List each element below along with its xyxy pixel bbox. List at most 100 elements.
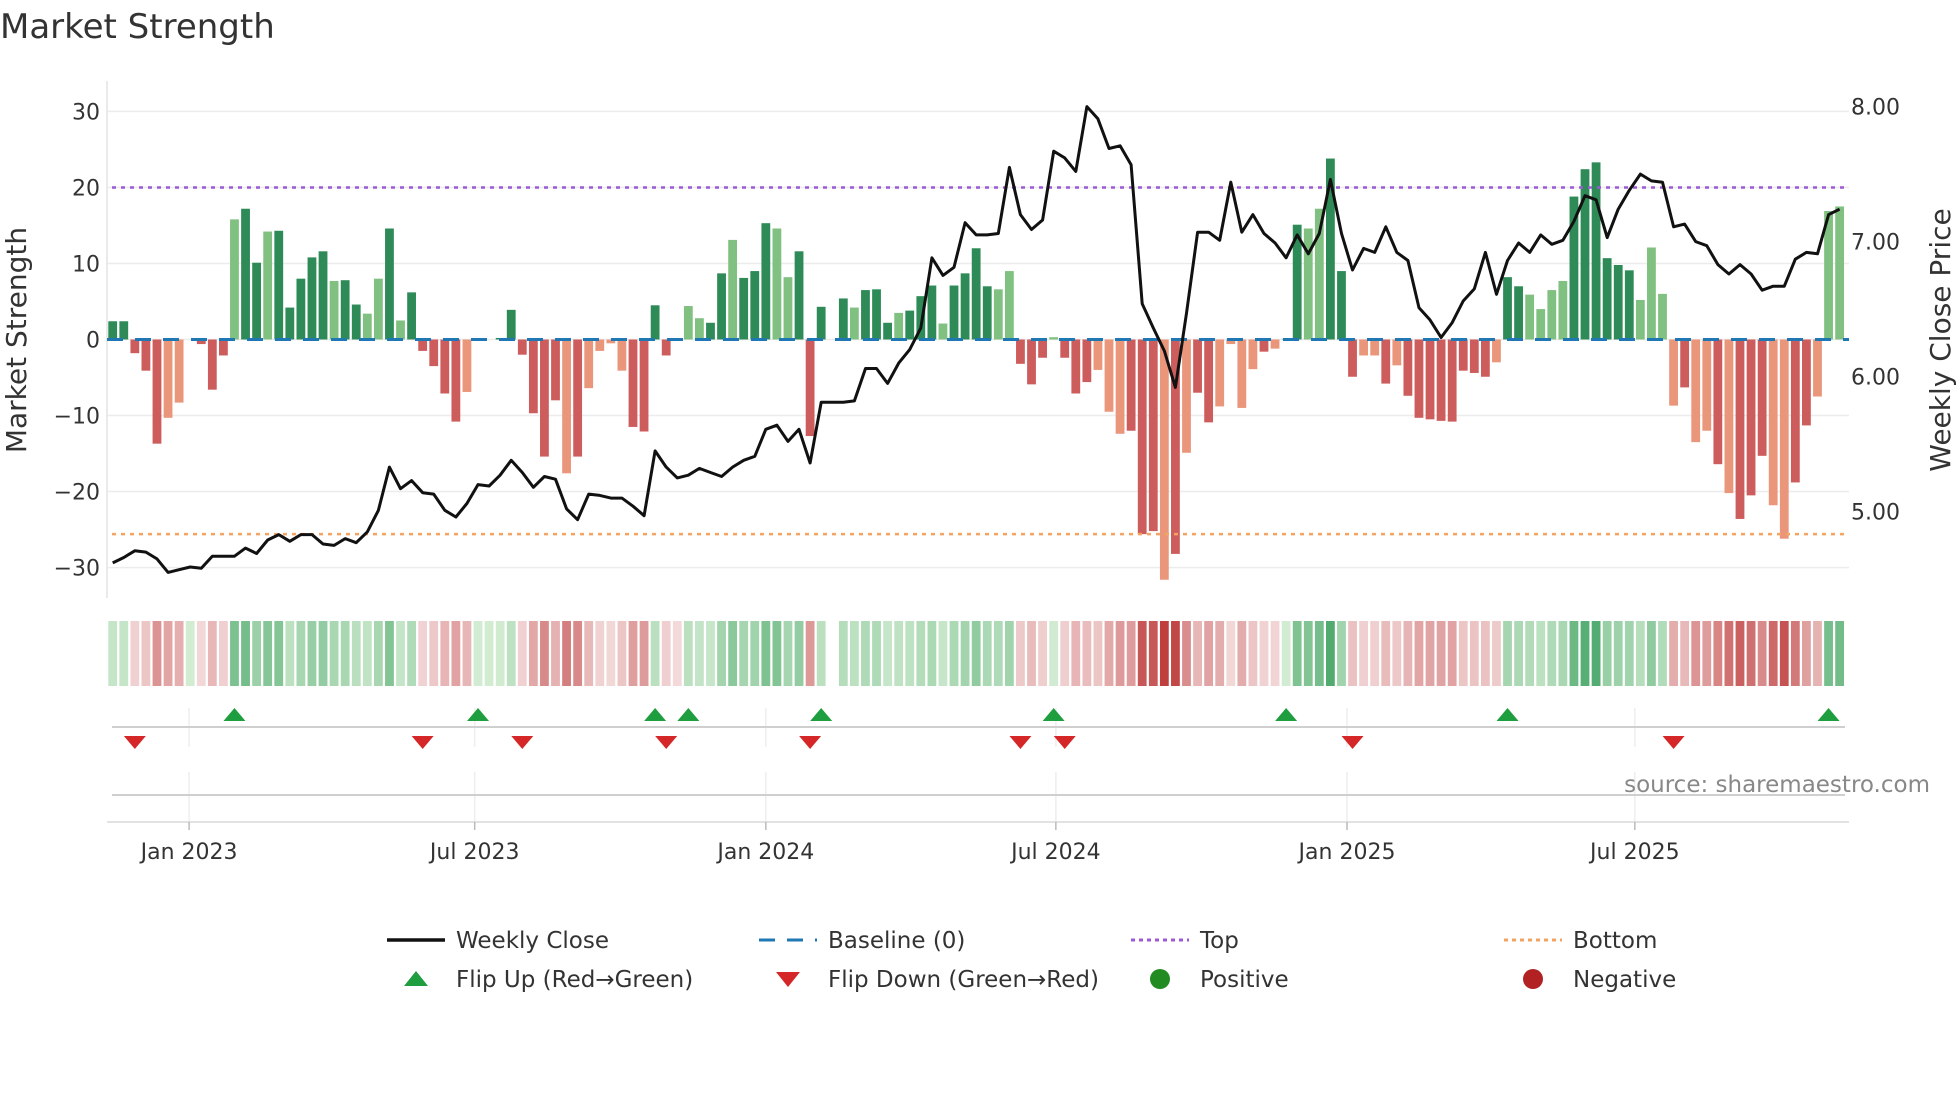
legend-label: Top xyxy=(1199,928,1239,954)
flip-down-marker xyxy=(1341,736,1364,749)
strength-bar xyxy=(1182,339,1191,453)
heat-cell xyxy=(219,621,228,686)
strength-bar xyxy=(706,322,715,340)
strength-bar xyxy=(650,305,660,340)
strength-bar xyxy=(163,339,173,418)
heat-cell xyxy=(628,621,638,686)
heat-cell xyxy=(1536,621,1546,686)
strength-bar xyxy=(562,339,571,474)
heat-cell xyxy=(207,621,217,686)
strength-bar xyxy=(1613,264,1623,340)
heat-cell xyxy=(1724,621,1734,686)
strength-bar xyxy=(739,277,749,340)
heat-cell xyxy=(573,621,583,686)
strength-bar xyxy=(1757,339,1767,456)
strength-bar xyxy=(1591,162,1601,340)
heat-cell xyxy=(1126,621,1136,686)
heat-cell xyxy=(1226,621,1236,686)
flip-up-marker xyxy=(1275,708,1298,721)
heat-cell xyxy=(1292,621,1302,686)
heat-cell xyxy=(927,621,937,686)
heat-cell xyxy=(1392,621,1402,686)
strength-bar xyxy=(1115,339,1125,434)
heat-cell xyxy=(540,621,549,686)
strength-bar xyxy=(816,306,826,340)
heat-cell xyxy=(1680,621,1690,686)
strength-bar xyxy=(573,339,583,457)
strength-bar xyxy=(717,273,726,340)
heat-cell xyxy=(1802,621,1811,686)
x-tick-label: Jan 2025 xyxy=(1297,840,1396,865)
heat-cell xyxy=(396,621,405,686)
strength-bar xyxy=(241,208,250,340)
strength-bar xyxy=(1735,339,1745,519)
strength-bar xyxy=(1480,339,1490,377)
heat-cell xyxy=(1514,621,1523,686)
heat-cell xyxy=(274,621,284,686)
heat-cell xyxy=(407,621,416,686)
strength-bar xyxy=(1137,339,1147,535)
strength-bar xyxy=(1669,339,1678,406)
strength-bar xyxy=(849,307,859,340)
strength-bar xyxy=(838,298,848,340)
heat-cell xyxy=(528,621,538,686)
strength-bar xyxy=(362,313,372,340)
heat-cell xyxy=(1049,621,1059,686)
heat-cell xyxy=(1115,621,1125,686)
heat-cell xyxy=(706,621,715,686)
strength-bar xyxy=(1813,339,1822,397)
heat-cell xyxy=(252,621,262,686)
heat-cell xyxy=(1281,621,1291,686)
strength-bar xyxy=(982,286,992,340)
strength-bar xyxy=(1215,339,1225,407)
heat-cell xyxy=(373,621,383,686)
heat-cell xyxy=(1060,621,1070,686)
strength-bar xyxy=(396,320,405,340)
y2-axis-label: Weekly Close Price xyxy=(1924,208,1957,471)
heat-cell xyxy=(462,621,472,686)
heat-cell xyxy=(174,621,184,686)
strength-bar xyxy=(927,285,937,340)
strength-bar xyxy=(1702,339,1712,431)
strength-bars xyxy=(108,158,1845,580)
heat-cell xyxy=(318,621,328,686)
heat-cell xyxy=(1082,621,1092,686)
heat-cell xyxy=(783,621,793,686)
y2-tick-label: 6.00 xyxy=(1851,366,1900,391)
heat-cell xyxy=(717,621,726,686)
strength-bar xyxy=(1193,339,1202,393)
heat-strip xyxy=(108,621,1845,686)
heat-cell xyxy=(750,621,760,686)
strength-bar xyxy=(407,292,416,340)
heat-cell xyxy=(1038,621,1047,686)
heat-cell xyxy=(960,621,970,686)
strength-bar xyxy=(1381,339,1391,384)
heat-cell xyxy=(1171,621,1180,686)
strength-bar xyxy=(883,322,892,340)
flip-down-marker xyxy=(1662,736,1685,749)
strength-bar xyxy=(1768,339,1778,506)
strength-bar xyxy=(1038,339,1047,358)
heat-cell xyxy=(285,621,295,686)
heat-cell xyxy=(794,621,804,686)
heat-cell xyxy=(650,621,660,686)
strength-bar xyxy=(1492,339,1501,363)
strength-bar xyxy=(772,228,782,340)
heat-cell xyxy=(1691,621,1701,686)
strength-bar xyxy=(993,289,1003,340)
strength-bar xyxy=(1159,339,1169,580)
heat-cell xyxy=(1370,621,1380,686)
flip-up-marker xyxy=(1496,708,1519,721)
strength-bar xyxy=(1425,339,1435,420)
triangle-up-icon xyxy=(404,971,428,986)
strength-bar xyxy=(340,280,350,340)
heat-cell xyxy=(517,621,527,686)
strength-bar xyxy=(1436,339,1446,421)
market-strength-chart: Market Strength 30 20 10 0 −10 −20 −30 8.00 7.00… xyxy=(0,7,1957,993)
strength-bar xyxy=(1071,339,1081,394)
heat-cell xyxy=(495,621,505,686)
heat-cell xyxy=(340,621,350,686)
heat-cell xyxy=(584,621,594,686)
heat-cell xyxy=(1159,621,1169,686)
strength-bar xyxy=(1359,339,1369,356)
